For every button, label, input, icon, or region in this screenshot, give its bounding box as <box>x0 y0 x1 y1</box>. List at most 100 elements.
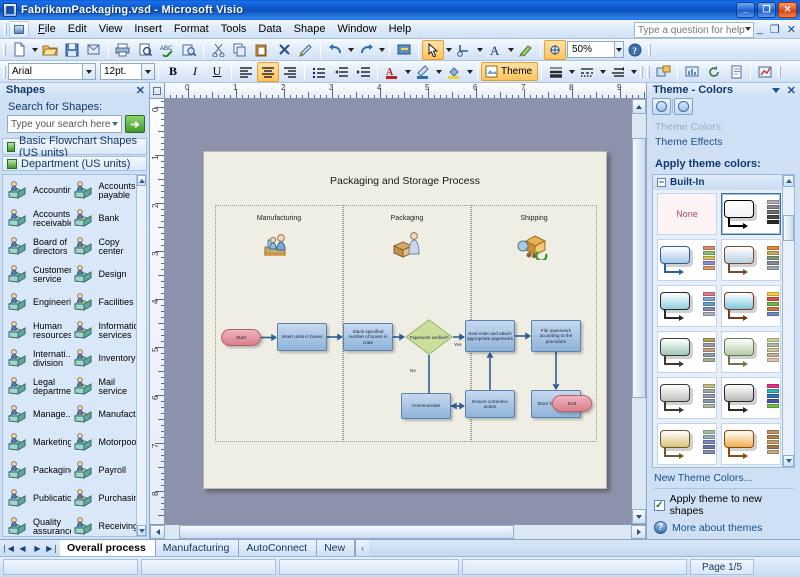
link-shape-to-data-icon[interactable] <box>652 62 674 82</box>
data-graphics-icon[interactable] <box>681 62 703 82</box>
checkbox-icon[interactable]: ✓ <box>654 500 665 511</box>
line-pattern-icon[interactable] <box>576 62 598 82</box>
chevron-down-icon[interactable] <box>745 27 751 31</box>
help-search-input[interactable]: Type a question for help <box>634 22 754 38</box>
font-name-dropdown[interactable] <box>83 63 96 80</box>
redo-icon[interactable] <box>355 40 377 60</box>
line-ends-dropdown[interactable] <box>629 62 638 82</box>
page-tab-autoconnect[interactable]: AutoConnect <box>239 540 317 556</box>
vertical-ruler[interactable]: 012345678 <box>150 99 165 524</box>
hyperlink-icon[interactable] <box>393 40 415 60</box>
email-icon[interactable] <box>83 40 105 60</box>
shape-item[interactable]: Manage... <box>5 401 71 429</box>
menu-item-help[interactable]: Help <box>383 21 418 37</box>
scroll-left-icon[interactable] <box>150 525 165 539</box>
pointer-tool-dropdown[interactable] <box>444 40 453 60</box>
scroll-up-icon[interactable] <box>632 99 646 114</box>
menu-item-edit[interactable]: Edit <box>62 21 93 37</box>
menu-item-data[interactable]: Data <box>252 21 287 37</box>
format-toolbar-overflow[interactable] <box>638 64 645 80</box>
flowchart-node-start[interactable]: Start <box>221 329 261 346</box>
link-theme-colors[interactable]: Theme Colors <box>655 121 800 133</box>
scroll-up-icon[interactable] <box>783 175 794 187</box>
horizontal-scrollbar[interactable] <box>150 524 646 539</box>
shape-item[interactable]: Design <box>71 261 137 289</box>
shape-item[interactable]: Copy center <box>71 233 137 261</box>
theme-swatch-theme-orange[interactable] <box>721 423 781 465</box>
shape-item[interactable]: Purchasing <box>71 485 137 513</box>
collapse-icon[interactable]: − <box>657 178 666 187</box>
theme-swatch-theme-olive[interactable] <box>721 331 781 373</box>
print-icon[interactable] <box>112 40 134 60</box>
research-icon[interactable] <box>178 40 200 60</box>
undo-icon[interactable] <box>324 40 346 60</box>
zoom-level-input[interactable]: 50% <box>567 41 615 58</box>
flowchart-node-end[interactable]: End <box>552 395 592 412</box>
help-icon[interactable]: ? <box>624 40 646 60</box>
scroll-right-icon[interactable] <box>631 525 646 539</box>
next-page-button[interactable]: ▶ <box>30 540 45 556</box>
shape-item[interactable]: Customer service <box>5 261 71 289</box>
page-tab-overall-process[interactable]: Overall process <box>60 540 156 556</box>
flowchart-node-file[interactable]: File paperwork according to the procedur… <box>531 320 581 352</box>
menu-item-tools[interactable]: Tools <box>215 21 253 37</box>
more-about-themes-row[interactable]: ? More about themes <box>654 521 794 534</box>
doc-minimize-button[interactable]: _ <box>757 23 763 36</box>
theme-swatch-none[interactable]: None <box>657 193 717 235</box>
delete-icon[interactable] <box>273 40 295 60</box>
shape-item[interactable]: Information services <box>71 317 137 345</box>
theme-swatch-theme-blue-green[interactable] <box>657 239 717 281</box>
shape-item[interactable]: Payroll <box>71 457 137 485</box>
forward-arrow-icon[interactable] <box>674 98 693 115</box>
flowchart-node-insert[interactable]: Insert units in boxes <box>277 323 327 351</box>
horizontal-scroll-thumb[interactable] <box>179 525 515 539</box>
close-icon[interactable]: ✕ <box>787 84 796 97</box>
save-file-icon[interactable] <box>61 40 83 60</box>
flowchart-node-verify[interactable]: Paperwork verified? <box>405 319 453 355</box>
horizontal-scroll-track[interactable] <box>165 525 631 539</box>
font-size-input[interactable]: 12pt. <box>100 63 142 80</box>
shape-item[interactable]: Motorpool <box>71 429 137 457</box>
underline-button[interactable]: U <box>206 62 228 82</box>
flowchart-node-stack[interactable]: Stack specified number of boxes in crate <box>343 323 393 351</box>
vertical-scroll-track[interactable] <box>632 114 646 509</box>
menu-item-file[interactable]: File <box>32 21 62 37</box>
copy-icon[interactable] <box>229 40 251 60</box>
drawing-page[interactable]: Packaging and Storage Process Manufactur… <box>203 151 607 489</box>
data-toolbar-overflow[interactable] <box>776 64 783 80</box>
flowchart-node-seal[interactable]: Seal crate and attach appropriate paperw… <box>465 320 515 352</box>
pivot-diagram-icon[interactable] <box>754 62 776 82</box>
toolbar-overflow[interactable] <box>646 42 653 58</box>
align-center-icon[interactable] <box>257 62 279 82</box>
theme-scrollbar[interactable] <box>782 175 794 467</box>
new-theme-colors-link[interactable]: New Theme Colors... <box>654 472 794 484</box>
menu-item-shape[interactable]: Shape <box>288 21 332 37</box>
zoom-tool-icon[interactable] <box>544 40 566 60</box>
shape-item[interactable]: Marketing <box>5 429 71 457</box>
connector-tool-dropdown[interactable] <box>475 40 484 60</box>
stencil-basic-flowchart[interactable]: Basic Flowchart Shapes (US units) <box>2 138 147 155</box>
bullets-icon[interactable] <box>308 62 330 82</box>
doc-close-button[interactable]: ✕ <box>787 23 796 36</box>
line-weight-icon[interactable] <box>545 62 567 82</box>
text-tool-dropdown[interactable] <box>506 40 515 60</box>
font-color-icon[interactable]: A <box>381 62 403 82</box>
link-theme-effects[interactable]: Theme Effects <box>655 136 800 148</box>
decrease-indent-icon[interactable] <box>330 62 352 82</box>
close-icon[interactable]: ✕ <box>136 84 145 97</box>
paste-icon[interactable] <box>251 40 273 60</box>
bold-button[interactable]: B <box>162 62 184 82</box>
page-tab-new[interactable]: New <box>317 540 355 556</box>
theme-swatch-theme-vivid[interactable] <box>721 377 781 419</box>
flowchart-node-comm[interactable]: Communicate <box>401 393 451 419</box>
theme-swatch-theme-earth[interactable] <box>721 239 781 281</box>
shape-item[interactable]: Inventory <box>71 345 137 373</box>
shape-item[interactable]: Packaging <box>5 457 71 485</box>
vertical-scroll-thumb[interactable] <box>632 138 646 399</box>
text-tool-icon[interactable]: A <box>484 40 506 60</box>
doc-restore-button[interactable]: ❐ <box>770 23 780 36</box>
drawing-tools-icon[interactable] <box>515 40 537 60</box>
align-left-icon[interactable] <box>235 62 257 82</box>
menu-item-window[interactable]: Window <box>331 21 382 37</box>
shape-item[interactable]: Facilities <box>71 289 137 317</box>
